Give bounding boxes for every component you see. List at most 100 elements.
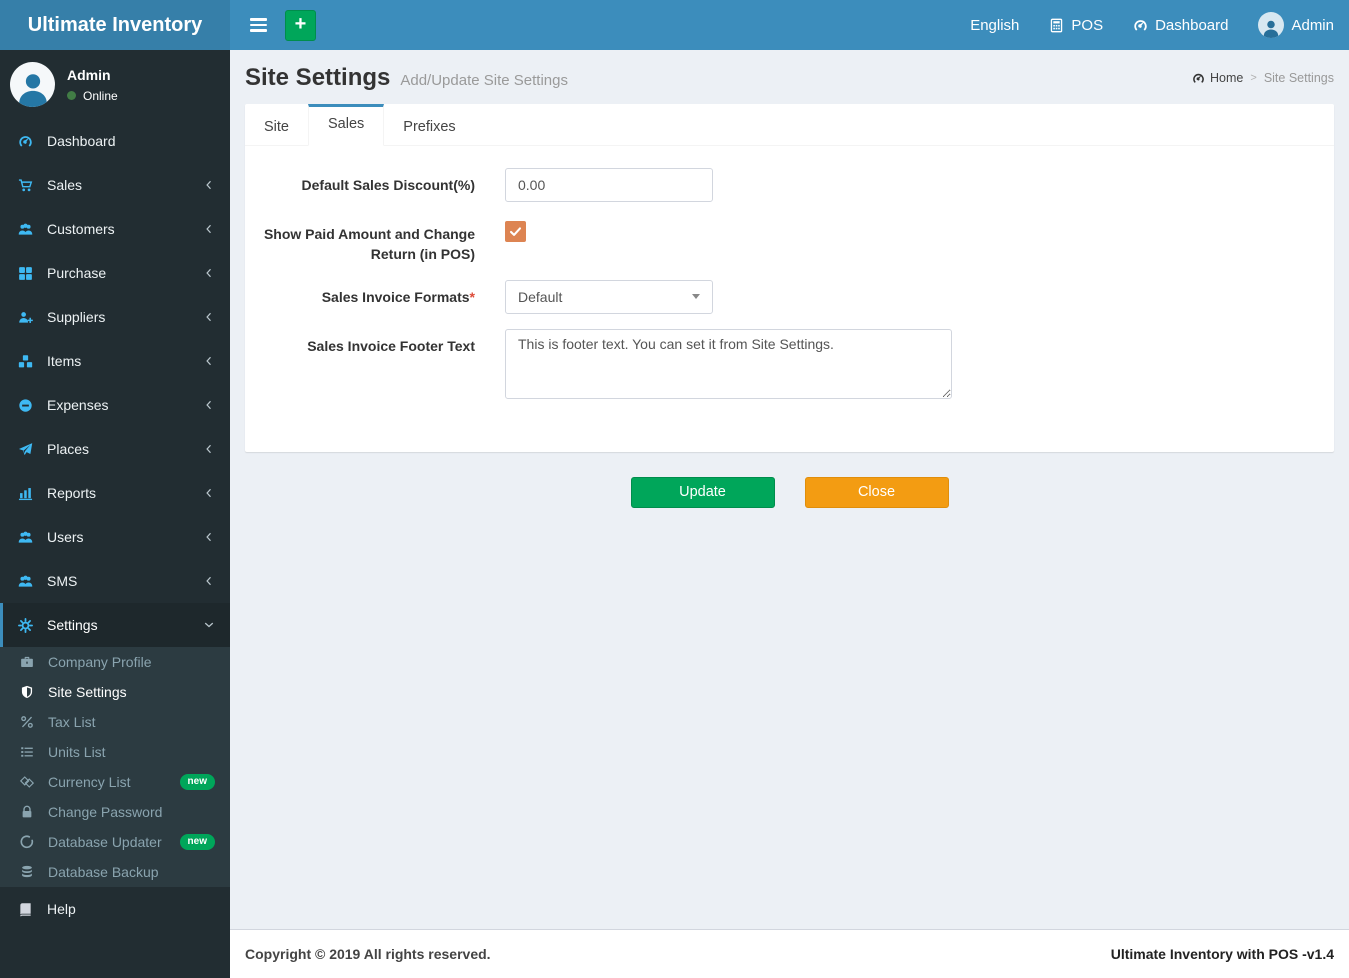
main-footer: Copyright © 2019 All rights reserved. Ul… bbox=[230, 929, 1349, 978]
quick-add-button[interactable]: + bbox=[285, 9, 316, 41]
tab-site[interactable]: Site bbox=[245, 104, 308, 146]
submenu-item-label: Database Updater bbox=[48, 834, 162, 850]
user-meta: Admin Online bbox=[67, 67, 118, 103]
sidebar-item-expenses[interactable]: Expenses bbox=[0, 383, 230, 427]
breadcrumb: Home > Site Settings bbox=[1192, 71, 1334, 85]
submenu-item-label: Change Password bbox=[48, 804, 163, 820]
users-icon bbox=[18, 530, 38, 545]
sidebar-item-help[interactable]: Help bbox=[0, 887, 230, 931]
sidebar-item-label: Items bbox=[47, 353, 82, 369]
book-icon bbox=[18, 902, 38, 917]
sidebar: Admin Online Dashboard Sales Customers P… bbox=[0, 50, 230, 978]
show-paid-amount-label: Show Paid Amount and Change Return (in P… bbox=[263, 226, 475, 263]
submenu-item-site-settings[interactable]: Site Settings bbox=[0, 677, 230, 707]
dashboard-link[interactable]: Dashboard bbox=[1118, 0, 1243, 50]
online-status-dot bbox=[67, 91, 76, 100]
sidebar-item-label: Expenses bbox=[47, 397, 109, 413]
submenu-item-units-list[interactable]: Units List bbox=[0, 737, 230, 767]
users-icon bbox=[18, 574, 38, 589]
sidebar-item-purchase[interactable]: Purchase bbox=[0, 251, 230, 295]
app-screen: Ultimate Inventory + English POS Dashboa… bbox=[0, 0, 1349, 978]
submenu-item-change-password[interactable]: Change Password bbox=[0, 797, 230, 827]
check-icon bbox=[509, 225, 522, 238]
tab-sales[interactable]: Sales bbox=[308, 104, 385, 146]
settings-tab-box: Site Sales Prefixes Default Sales Discou… bbox=[245, 104, 1334, 452]
chevron-left-icon bbox=[203, 399, 215, 411]
sales-invoice-formats-label: Sales Invoice Formats* bbox=[255, 280, 475, 314]
hamburger-icon bbox=[249, 18, 267, 21]
main-header: Ultimate Inventory + English POS Dashboa… bbox=[0, 0, 1349, 50]
sidebar-item-users[interactable]: Users bbox=[0, 515, 230, 559]
selected-option: Default bbox=[518, 288, 563, 305]
submenu-item-label: Database Backup bbox=[48, 864, 159, 880]
default-sales-discount-label: Default Sales Discount(%) bbox=[301, 177, 475, 193]
submenu-item-database-backup[interactable]: Database Backup bbox=[0, 857, 230, 887]
caret-down-icon bbox=[692, 294, 700, 300]
user-panel: Admin Online bbox=[0, 50, 230, 119]
label-text: Sales Invoice Formats bbox=[321, 288, 470, 305]
chevron-left-icon bbox=[203, 487, 215, 499]
submenu-item-company-profile[interactable]: Company Profile bbox=[0, 647, 230, 677]
sidebar-item-label: Suppliers bbox=[47, 309, 106, 325]
sidebar-item-dashboard[interactable]: Dashboard bbox=[0, 119, 230, 163]
sidebar-item-items[interactable]: Items bbox=[0, 339, 230, 383]
language-label: English bbox=[970, 16, 1020, 34]
chevron-left-icon bbox=[203, 311, 215, 323]
submenu-item-currency-list[interactable]: Currency List new bbox=[0, 767, 230, 797]
chevron-left-icon bbox=[203, 355, 215, 367]
sidebar-item-places[interactable]: Places bbox=[0, 427, 230, 471]
sidebar-item-suppliers[interactable]: Suppliers bbox=[0, 295, 230, 339]
form-row-paid-amount: Show Paid Amount and Change Return (in P… bbox=[255, 217, 1324, 265]
show-paid-amount-checkbox[interactable] bbox=[505, 221, 526, 242]
update-button[interactable]: Update bbox=[630, 476, 775, 508]
language-menu[interactable]: English bbox=[955, 0, 1034, 50]
brand-logo[interactable]: Ultimate Inventory bbox=[0, 0, 230, 50]
breadcrumb-home-link[interactable]: Home bbox=[1192, 71, 1243, 85]
sidebar-menu: Dashboard Sales Customers Purchase Suppl… bbox=[0, 119, 230, 931]
sales-invoice-format-select[interactable]: Default bbox=[505, 279, 713, 314]
user-menu[interactable]: Admin bbox=[1243, 0, 1349, 50]
new-badge: new bbox=[179, 774, 215, 790]
sidebar-item-sales[interactable]: Sales bbox=[0, 163, 230, 207]
sidebar-item-label: Reports bbox=[47, 485, 97, 501]
copyright-text: Copyright © 2019 All rights reserved. bbox=[245, 946, 491, 962]
submenu-item-tax-list[interactable]: Tax List bbox=[0, 707, 230, 737]
bar-chart-icon bbox=[18, 486, 38, 501]
cart-icon bbox=[18, 178, 38, 193]
sidebar-item-label: Customers bbox=[47, 221, 115, 237]
form-row-footer-text: Sales Invoice Footer Text This is footer… bbox=[255, 328, 1324, 404]
lock-icon bbox=[20, 805, 40, 819]
content: Site Settings Add/Update Site Settings H… bbox=[230, 50, 1349, 929]
form-row-discount: Default Sales Discount(%) bbox=[255, 168, 1324, 202]
breadcrumb-current: Site Settings bbox=[1263, 71, 1334, 85]
sidebar-toggle-button[interactable] bbox=[240, 0, 276, 50]
diamonds-icon bbox=[20, 775, 40, 789]
user-status[interactable]: Online bbox=[67, 89, 118, 103]
sidebar-item-label: Purchase bbox=[47, 265, 107, 281]
default-sales-discount-input[interactable] bbox=[505, 168, 713, 202]
submenu-item-label: Site Settings bbox=[48, 684, 127, 700]
chevron-left-icon bbox=[203, 223, 215, 235]
submenu-item-database-updater[interactable]: Database Updater new bbox=[0, 827, 230, 857]
sidebar-item-reports[interactable]: Reports bbox=[0, 471, 230, 515]
sidebar-item-label: Places bbox=[47, 441, 90, 457]
sidebar-item-sms[interactable]: SMS bbox=[0, 559, 230, 603]
sidebar-item-label: Dashboard bbox=[47, 133, 116, 149]
sidebar-item-label: Help bbox=[47, 901, 76, 917]
sales-invoice-footer-text-label: Sales Invoice Footer Text bbox=[307, 337, 475, 354]
pos-label: POS bbox=[1071, 16, 1104, 34]
tab-bar: Site Sales Prefixes bbox=[245, 104, 1334, 146]
required-asterisk: * bbox=[469, 288, 475, 305]
calculator-icon bbox=[1049, 18, 1064, 33]
sidebar-item-label: SMS bbox=[47, 573, 78, 589]
tab-prefixes[interactable]: Prefixes bbox=[384, 104, 474, 146]
sales-invoice-footer-textarea[interactable]: This is footer text. You can set it from… bbox=[505, 328, 952, 399]
chevron-left-icon bbox=[203, 531, 215, 543]
database-icon bbox=[20, 865, 40, 879]
sidebar-item-customers[interactable]: Customers bbox=[0, 207, 230, 251]
breadcrumb-home-label: Home bbox=[1210, 71, 1244, 85]
gears-icon bbox=[18, 618, 38, 633]
sidebar-item-settings[interactable]: Settings bbox=[0, 603, 230, 647]
close-button[interactable]: Close bbox=[804, 476, 949, 508]
pos-link[interactable]: POS bbox=[1034, 0, 1118, 50]
